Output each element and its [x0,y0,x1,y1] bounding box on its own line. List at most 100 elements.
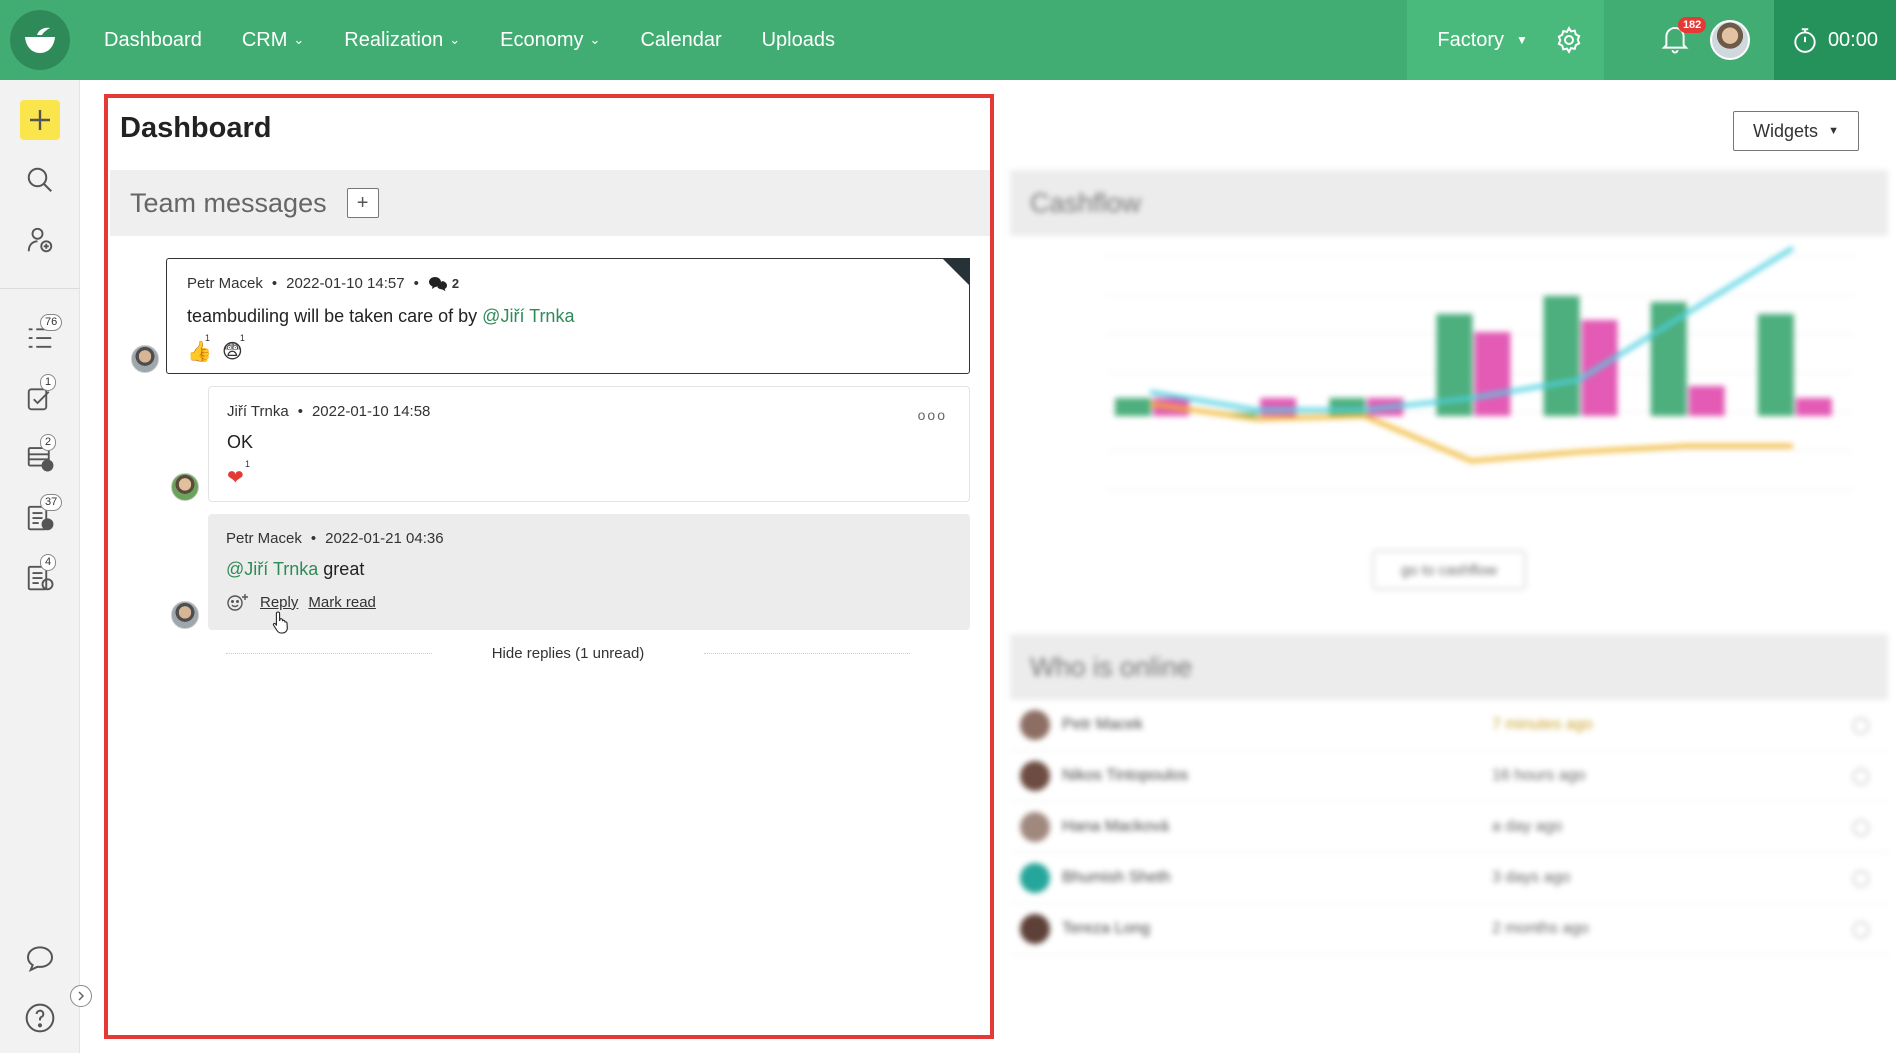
chat-bubble-icon[interactable]: ◯ [1852,868,1870,888]
message-author: Petr Macek [187,275,263,292]
reply-meta: Jiří Trnka • 2022-01-10 14:58 [227,403,431,420]
workspace-label: Factory [1437,28,1505,51]
online-user-row[interactable]: Petr Macek 7 minutes ago ◯ [1010,700,1888,751]
nav-realization[interactable]: Realization ⌄ [344,29,460,52]
cashflow-chart [1105,246,1855,491]
cashflow-income-bar [1329,398,1366,416]
avatar-jiri-trnka [171,473,199,501]
search-icon [27,167,52,192]
reply-actions: Reply Mark read [226,592,970,612]
issues-count-badge: 37 [40,494,63,511]
sidebar-divider [0,288,80,289]
cashflow-income-bar [1757,314,1794,416]
help-button[interactable] [20,998,60,1038]
user-avatar[interactable] [1709,20,1750,60]
cashflow-widget: Cashflow go to cashflow [1010,170,1888,615]
message-date: 2022-01-10 14:57 [286,275,405,292]
hide-replies-toggle[interactable]: Hide replies (1 unread) [166,645,970,662]
team-messages-title: Team messages [130,187,327,218]
sidebar-reports[interactable]: 4 [20,554,60,598]
cashflow-expense-bar [1260,398,1297,416]
avatar [1020,812,1050,842]
sidebar-issues[interactable]: 37 [20,494,63,538]
fearful-face-reaction[interactable]: 😨 1 [222,333,245,364]
nav-uploads[interactable]: Uploads [762,29,835,52]
user-add-icon [27,227,53,253]
chat-bubble-icon[interactable]: ◯ [1852,817,1870,837]
online-user-row[interactable]: Tereza Long 2 months ago ◯ [1010,904,1888,955]
plus-icon [30,110,50,130]
reply-author: Petr Macek [226,530,302,547]
cashflow-income-bar [1543,296,1580,416]
online-user-row[interactable]: Bhumish Sheth 3 days ago ◯ [1010,853,1888,904]
reply-meta: Petr Macek • 2022-01-21 04:36 [226,530,444,547]
nav-dashboard[interactable]: Dashboard [104,29,202,52]
sidebar-tasks[interactable]: 76 [20,314,63,358]
thumbs-up-reaction[interactable]: 👍 1 [187,333,212,364]
notifications-bell-icon[interactable]: 182 [1660,17,1707,57]
stopwatch-icon [1794,28,1816,53]
help-question-icon [25,1003,55,1033]
who-is-online-title: Who is online [1010,634,1888,700]
message-text: teambudiling will be taken care of by @J… [187,306,575,326]
heart-reaction[interactable]: ❤ 1 [227,459,250,490]
add-contact-button[interactable] [20,220,60,260]
reply-date: 2022-01-10 14:58 [311,403,431,420]
top-navigation-bar: Dashboard CRM ⌄ Realization ⌄ Economy ⌄ Cal… [0,0,1896,80]
add-reaction-icon[interactable] [226,592,250,612]
chevron-down-icon: ⌄ [449,32,461,47]
chevron-right-icon [78,991,85,1001]
avatar-petr-macek [171,601,199,629]
chat-bubble-icon[interactable]: ◯ [1852,919,1870,939]
chevron-down-icon: ⌄ [293,32,305,47]
cashflow-title: Cashflow [1010,170,1888,236]
add-message-button[interactable]: + [346,188,379,218]
user-mention[interactable]: @Jiří Trnka [482,306,574,326]
avatar [1020,863,1050,893]
reply-author: Jiří Trnka [227,403,289,420]
caret-down-icon: ▼ [1828,125,1839,137]
reply-date: 2022-01-21 04:36 [325,530,444,547]
online-user-row[interactable]: Nikos Tintopoulos 16 hours ago ◯ [1010,751,1888,802]
reply-message[interactable]: ooo Jiří Trnka • 2022-01-10 14:58 OK ❤ 1 [208,386,970,502]
unread-corner-marker [942,258,970,286]
main-menu: Dashboard CRM ⌄ Realization ⌄ Economy ⌄ Cal… [104,0,875,80]
reply-text: OK [227,432,254,452]
who-is-online-widget: Who is online Petr Macek 7 minutes ago ◯ N… [1010,634,1888,955]
widgets-dropdown-button[interactable]: Widgets ▼ [1733,111,1859,151]
sidebar-invoices[interactable]: 2 [20,434,60,478]
team-message[interactable]: Petr Macek • 2022-01-10 14:57 • 2 teambu… [166,258,970,374]
avatar [1020,914,1050,944]
cashflow-expense-bar [1474,332,1511,416]
online-user-row[interactable]: Hana Macková a day ago ◯ [1010,802,1888,853]
reply-reactions: ❤ 1 [227,459,969,490]
caret-down-icon: ▼ [1516,33,1528,47]
chat-bubble-icon[interactable]: ◯ [1852,766,1870,786]
mark-read-link[interactable]: Mark read [308,594,376,611]
bowl-logo-icon [25,27,55,53]
nav-economy[interactable]: Economy ⌄ [500,29,600,52]
chat-button[interactable] [20,938,60,978]
go-to-cashflow-button[interactable]: go to cashflow [1372,550,1526,590]
replies-count: 2 [451,276,460,291]
chevron-down-icon: ⌄ [589,32,601,47]
more-options-icon[interactable]: ooo [918,407,947,423]
nav-calendar[interactable]: Calendar [640,29,721,52]
user-mention[interactable]: @Jiří Trnka [226,559,318,579]
reply-message-hovered[interactable]: Petr Macek • 2022-01-21 04:36 @Jiří Trnk… [208,514,970,630]
add-new-button[interactable] [20,100,60,140]
chat-bubble-icon [26,946,54,973]
cashflow-income-bar [1115,398,1151,416]
sidebar-collapse-button[interactable] [70,985,92,1007]
workspace-selector[interactable]: Factory ▼ [1407,0,1604,80]
app-logo[interactable] [10,10,70,70]
sidebar-approvals[interactable]: 1 [20,374,60,418]
avatar [1020,761,1050,791]
tasks-count-badge: 76 [40,314,63,331]
nav-crm[interactable]: CRM ⌄ [242,29,304,52]
time-tracker[interactable]: 00:00 [1773,0,1896,80]
search-button[interactable] [20,160,60,200]
settings-gear-icon[interactable] [1554,25,1584,55]
chat-bubble-icon[interactable]: ◯ [1852,715,1870,735]
reply-link[interactable]: Reply [260,594,298,611]
